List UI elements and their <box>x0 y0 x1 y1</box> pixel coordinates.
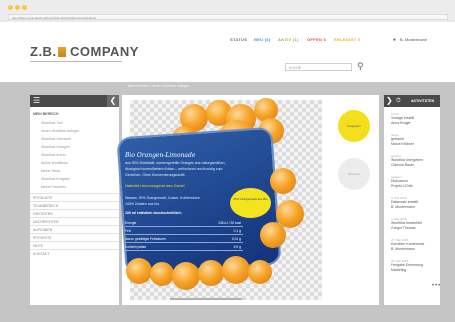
activity-text[interactable]: Korrektur Kommentar <box>391 242 424 246</box>
topnav-done[interactable]: ERLEDIGT 9 <box>334 37 361 42</box>
nutrition-row: davon gesättigte Fettsäuren 0,01 g <box>125 236 243 243</box>
sidebar-subitem[interactable]: Aktive Workflows <box>41 161 68 165</box>
sidebar-subitem[interactable]: Workflow Freigabe <box>41 177 70 181</box>
sidebar-section-projects[interactable]: PROJEKTE <box>30 233 119 241</box>
sidebar-subitem[interactable]: neuen Workflow anlegen <box>41 129 79 133</box>
sidebar-subitem[interactable]: Workflow Tool <box>41 121 63 125</box>
sidebar-section-tasks[interactable]: AUFGABEN <box>30 225 119 233</box>
orange-image <box>270 168 296 194</box>
nutrition-name: Energie <box>125 221 137 225</box>
product-description-line: aus 25% Direktsaft, sonnengereifte Orang… <box>125 161 226 165</box>
user-icon[interactable]: ● <box>393 37 396 43</box>
orange-image <box>222 256 250 284</box>
reject-button[interactable]: Ablehnen <box>338 158 370 190</box>
canvas-scrollbar[interactable] <box>170 298 242 300</box>
nutrition-row: Energie 136 kJ / 30 kcal <box>125 220 243 227</box>
product-description-line: Genießen. Ohne Konservierungsstoffe. <box>125 173 186 177</box>
logo-brand-left: Z.B. <box>30 44 57 59</box>
sidebar-section-products[interactable]: PRODUKTE <box>30 193 119 201</box>
logo-underline <box>30 61 122 62</box>
annotation-bubble[interactable]: 25% Orangensaft aus Bio <box>230 188 271 218</box>
activity-user[interactable]: Gregor Thomas <box>391 226 415 230</box>
nutrition-name: Kohlenhydrate <box>125 245 147 249</box>
nutrition-row: Fett 0,1 g <box>125 228 243 235</box>
nutrition-value: 0,01 g <box>231 237 241 241</box>
product-ingredients-2: 100% Zutaten aus bio. <box>125 202 161 206</box>
orange-image <box>150 262 174 286</box>
window-max-dot[interactable] <box>22 5 27 10</box>
hamburger-icon[interactable]: ☰ <box>33 97 40 105</box>
approve-button[interactable]: Freigeben <box>338 110 370 142</box>
activity-user[interactable]: B. Mustermann <box>391 205 415 209</box>
topnav-active[interactable]: AKTIV (1) <box>278 37 299 42</box>
nutrition-name: davon gesättigte Fettsäuren <box>125 237 166 241</box>
activity-user[interactable]: Anna Krüger <box>391 121 411 125</box>
sidebar-section-team[interactable]: TEAMBEREICH <box>30 201 119 209</box>
activity-user[interactable]: Clarissa Bauer <box>391 163 414 167</box>
chevron-left-icon[interactable]: ❮ <box>107 95 119 107</box>
activity-user[interactable]: Marketing <box>391 268 406 272</box>
activity-user[interactable]: B. Mustermann <box>391 247 415 251</box>
company-logo[interactable]: Z.B. COMPANY <box>30 44 138 66</box>
sidebar-subitem[interactable]: Workflow Übersicht <box>41 137 71 141</box>
breadcrumb[interactable]: Mein Bereich / Neuer Workflow anlegen <box>128 84 190 88</box>
activity-text[interactable]: Datensatz erstellt <box>391 200 418 204</box>
product-highlight: Natürlich bevorzugend den Durst! <box>125 183 185 188</box>
sidebar-section-title[interactable]: MEIN BEREICH <box>33 112 58 116</box>
chevron-right-icon[interactable]: ❯ <box>386 95 393 107</box>
sidebar-header <box>30 95 119 107</box>
sidebar-subitem[interactable]: Workflow Vorlagen <box>41 145 70 149</box>
orange-image <box>260 222 286 248</box>
sidebar-subitem[interactable]: Meine Tasks <box>41 169 60 173</box>
activity-user[interactable]: Projekt 1234b <box>391 184 413 188</box>
sidebar-subitem[interactable]: Workflow Archiv <box>41 153 66 157</box>
nutrition-value: 6,9 g <box>233 245 241 249</box>
nutrition-value: 136 kJ / 30 kcal <box>218 221 241 225</box>
window-min-dot[interactable] <box>15 5 20 10</box>
nutrition-row: Kohlenhydrate 6,9 g <box>125 244 243 251</box>
url-bar[interactable]: http://zbee-hosts.de/zb-wkh-de/Storyplan… <box>8 14 448 20</box>
orange-image <box>198 260 224 286</box>
product-title: Bio Orangen-Limonade <box>125 152 196 159</box>
activity-text[interactable]: Freigabe Erinnerung <box>391 263 423 267</box>
sidebar-section-help[interactable]: HILFE <box>30 241 119 249</box>
activity-user[interactable]: Marcel Hübner <box>391 142 414 146</box>
sidebar-section-messages[interactable]: NACHRICHTEN <box>30 217 119 225</box>
search-input[interactable]: SUCHE <box>285 63 352 71</box>
clock-icon: ⏱ <box>396 98 401 104</box>
topnav-new[interactable]: NEU (6) <box>254 37 271 42</box>
orange-image <box>126 258 152 284</box>
topnav-status[interactable]: STATUS <box>230 37 247 42</box>
product-ingredients: Wasser, 25% Orangensaft, Zucker, Kohlens… <box>125 196 200 200</box>
activity-text[interactable]: Workflow bearbeitet <box>391 221 422 225</box>
activity-text[interactable]: Diskussion <box>391 179 408 183</box>
logo-brand-right: COMPANY <box>70 44 139 59</box>
orange-image <box>248 260 272 284</box>
sidebar-section-favorites[interactable]: FAVORITEN <box>30 209 119 217</box>
user-name[interactable]: B. Mustermann <box>400 37 427 42</box>
nutrition-value: 0,1 g <box>233 229 241 233</box>
activity-text[interactable]: Vorlage erstellt <box>391 116 414 120</box>
more-activities-button[interactable]: ••• <box>432 283 441 289</box>
sidebar-section-contact[interactable]: KONTAKT <box>30 249 119 257</box>
activity-text[interactable]: gelöscht <box>391 137 404 141</box>
orange-image <box>172 262 200 290</box>
nutrition-name: Fett <box>125 229 131 233</box>
activity-title: AKTIVITÄTEN <box>411 99 435 103</box>
product-description-line: ökologisch kontrolliertem Anbau – erfris… <box>125 167 223 171</box>
activity-text[interactable]: Workflow übergeben <box>391 158 423 162</box>
sidebar-subitem[interactable]: Meine Favoriten <box>41 185 66 189</box>
logo-mark-icon <box>58 47 66 57</box>
search-icon[interactable]: ⚲ <box>357 60 364 72</box>
topnav-open[interactable]: OFFEN 6 <box>307 37 326 42</box>
window-close-dot[interactable] <box>8 5 13 10</box>
nutrition-title: 100 ml enthalten durchschnittlich: <box>125 211 182 215</box>
